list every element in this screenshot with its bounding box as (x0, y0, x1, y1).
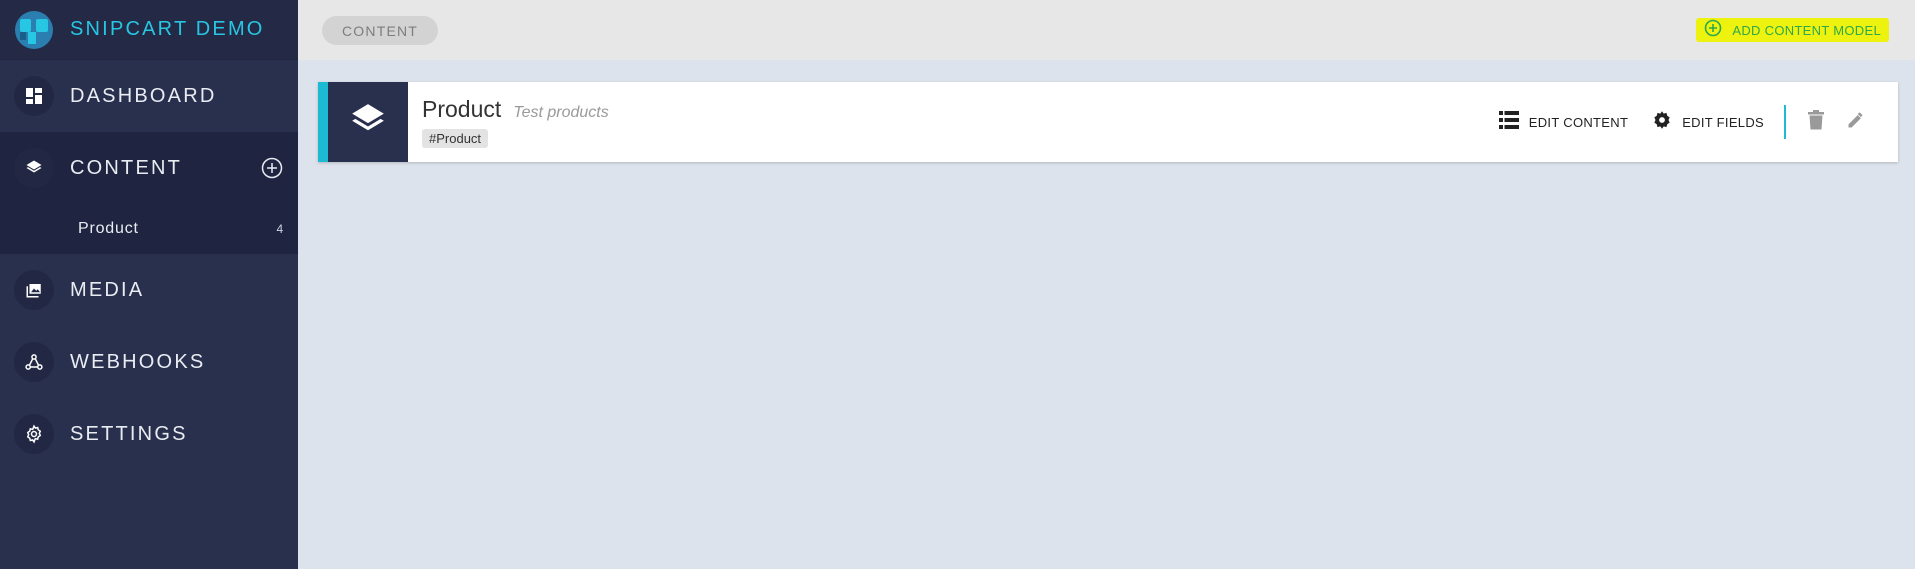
card-accent (318, 82, 328, 162)
gear-icon (1652, 110, 1672, 135)
list-icon (1498, 110, 1519, 134)
add-content-model-label: ADD CONTENT MODEL (1732, 22, 1881, 38)
sidebar-item-label: SETTINGS (70, 422, 188, 445)
top-bar: CONTENT ADD CONTENT MODEL (298, 0, 1915, 60)
sidebar-subitem-label: Product (78, 220, 139, 237)
sidebar-item-media[interactable]: MEDIA (0, 254, 298, 326)
model-tile (328, 82, 408, 162)
sidebar-item-label: CONTENT (70, 156, 183, 179)
trash-icon (1808, 109, 1824, 135)
dashboard-icon (14, 76, 54, 116)
add-content-model-icon[interactable] (260, 156, 284, 180)
sidebar-item-content[interactable]: CONTENT (0, 132, 298, 204)
sidebar-item-dashboard[interactable]: DASHBOARD (0, 60, 298, 132)
edit-button[interactable] (1836, 102, 1876, 142)
content-section: CONTENT Product 4 (0, 132, 298, 254)
model-name: Product (422, 96, 502, 122)
edit-content-button[interactable]: EDIT CONTENT (1487, 104, 1640, 140)
breadcrumb[interactable]: CONTENT (322, 16, 439, 45)
sidebar-subitem-product[interactable]: Product 4 (0, 204, 298, 254)
brand-name: SNIPCART DEMO (70, 18, 265, 40)
model-tag: #Product (422, 129, 489, 148)
edit-fields-button[interactable]: EDIT FIELDS (1640, 104, 1776, 140)
sidebar-item-label: WEBHOOKS (70, 350, 206, 373)
sidebar-item-settings[interactable]: SETTINGS (0, 398, 298, 470)
edit-content-label: EDIT CONTENT (1528, 114, 1629, 130)
content-model-card: Product Test products #Product EDIT CONT… (318, 82, 1898, 162)
action-divider (1784, 105, 1786, 139)
brand[interactable]: SNIPCART DEMO (0, 0, 298, 60)
edit-fields-label: EDIT FIELDS (1682, 114, 1764, 130)
item-count: 4 (276, 222, 284, 236)
delete-button[interactable] (1796, 102, 1836, 142)
layers-icon (14, 148, 54, 188)
pencil-icon (1846, 110, 1866, 135)
plus-circle-icon (1704, 19, 1722, 42)
snipcart-logo-icon (12, 8, 56, 52)
model-description: Test products (513, 104, 609, 121)
add-content-model-button[interactable]: ADD CONTENT MODEL (1696, 18, 1889, 42)
layers-icon (349, 101, 387, 144)
sidebar-item-label: DASHBOARD (70, 84, 217, 107)
card-actions: EDIT CONTENT EDIT FIELDS (1487, 82, 1898, 162)
webhook-icon (14, 342, 54, 382)
sidebar-item-webhooks[interactable]: WEBHOOKS (0, 326, 298, 398)
images-icon (14, 270, 54, 310)
model-info: Product Test products #Product (408, 82, 609, 162)
sidebar-item-label: MEDIA (70, 278, 145, 301)
gear-icon (14, 414, 54, 454)
sidebar: SNIPCART DEMO DASHBOARD CONTENT Product … (0, 0, 298, 569)
